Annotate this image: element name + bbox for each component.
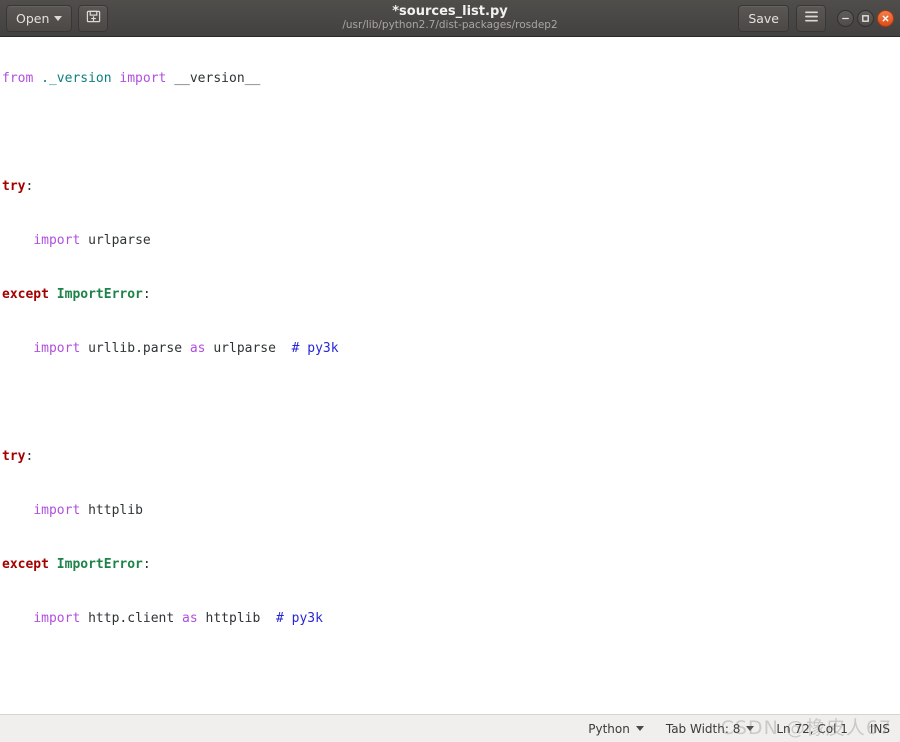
titlebar-right-controls: Save	[738, 4, 894, 32]
token-plain: httplib	[197, 611, 261, 626]
code-line: import http.client as httplib # py3k	[2, 610, 900, 628]
token-keyword: except	[2, 287, 49, 302]
token-keyword: import	[33, 341, 81, 356]
token-plain: http.client	[80, 611, 183, 626]
token-module: ._version	[33, 71, 120, 86]
token-keyword: import	[119, 71, 167, 86]
token-comment: # py3k	[275, 341, 339, 356]
token-plain: :	[142, 557, 151, 572]
hamburger-menu-icon	[804, 10, 819, 26]
window-titlebar: Open *sources_list.py /usr/lib/python2.7…	[0, 0, 900, 37]
token-keyword: import	[33, 611, 81, 626]
code-line: try:	[2, 178, 900, 196]
source-code-text[interactable]: from ._version import __version__ try: i…	[0, 37, 900, 714]
token-class: ImportError	[48, 557, 143, 572]
language-label: Python	[588, 721, 630, 736]
token-plain: :	[142, 287, 151, 302]
titlebar-left-controls: Open	[6, 4, 109, 32]
token-keyword: as	[182, 611, 198, 626]
close-icon	[881, 14, 890, 23]
token-plain: :	[25, 179, 34, 194]
window-controls	[837, 9, 894, 27]
tab-width-label: Tab Width: 8	[665, 721, 741, 736]
save-as-icon	[86, 9, 101, 27]
token-comment: # py3k	[260, 611, 323, 626]
chevron-down-icon	[746, 726, 755, 731]
token-keyword: as	[189, 341, 206, 356]
token-plain: httplib	[80, 503, 143, 518]
code-line: from ._version import __version__	[2, 70, 900, 88]
code-line: import urlparse	[2, 232, 900, 250]
open-button-label: Open	[16, 10, 50, 26]
language-selector[interactable]: Python	[588, 722, 644, 736]
minimize-icon	[841, 14, 850, 23]
code-line: except ImportError:	[2, 286, 900, 304]
token-keyword: except	[2, 557, 49, 572]
chevron-down-icon	[635, 726, 644, 731]
code-editor-area[interactable]: from ._version import __version__ try: i…	[0, 37, 900, 714]
code-line: except ImportError:	[2, 556, 900, 574]
code-line: import urllib.parse as urlparse # py3k	[2, 340, 900, 358]
open-button[interactable]: Open	[6, 4, 73, 32]
token-keyword: import	[33, 233, 81, 248]
save-button[interactable]: Save	[738, 4, 789, 32]
token-plain: urlparse	[80, 233, 151, 248]
token-plain: __version__	[166, 71, 261, 86]
text-editor-window: Open *sources_list.py /usr/lib/python2.7…	[0, 0, 900, 742]
cursor-position: Ln 72, Col 1	[776, 721, 848, 736]
maximize-icon	[861, 14, 870, 23]
chevron-down-icon	[54, 15, 63, 21]
close-button[interactable]	[877, 9, 894, 27]
token-plain: urllib.parse	[80, 341, 190, 356]
window-title: *sources_list.py	[392, 4, 508, 19]
menu-button[interactable]	[796, 4, 826, 32]
token-plain: :	[25, 449, 34, 464]
tab-width-selector[interactable]: Tab Width: 8	[665, 721, 755, 736]
insert-mode-indicator: INS	[869, 721, 890, 736]
token-plain: urlparse	[205, 341, 276, 356]
status-bar: Python Tab Width: 8 Ln 72, Col 1 INS CSD…	[0, 714, 900, 742]
minimize-button[interactable]	[837, 9, 854, 27]
window-subtitle-path: /usr/lib/python2.7/dist-packages/rosdep2	[342, 19, 558, 31]
token-keyword: import	[33, 503, 81, 518]
token-keyword: try	[2, 449, 26, 464]
token-keyword: try	[2, 179, 26, 194]
save-button-label: Save	[748, 10, 779, 26]
token-class: ImportError	[48, 287, 143, 302]
save-as-button[interactable]	[78, 4, 109, 32]
maximize-button[interactable]	[857, 9, 874, 27]
code-line: try:	[2, 448, 900, 466]
token-keyword: from	[2, 71, 34, 86]
code-line: import httplib	[2, 502, 900, 520]
